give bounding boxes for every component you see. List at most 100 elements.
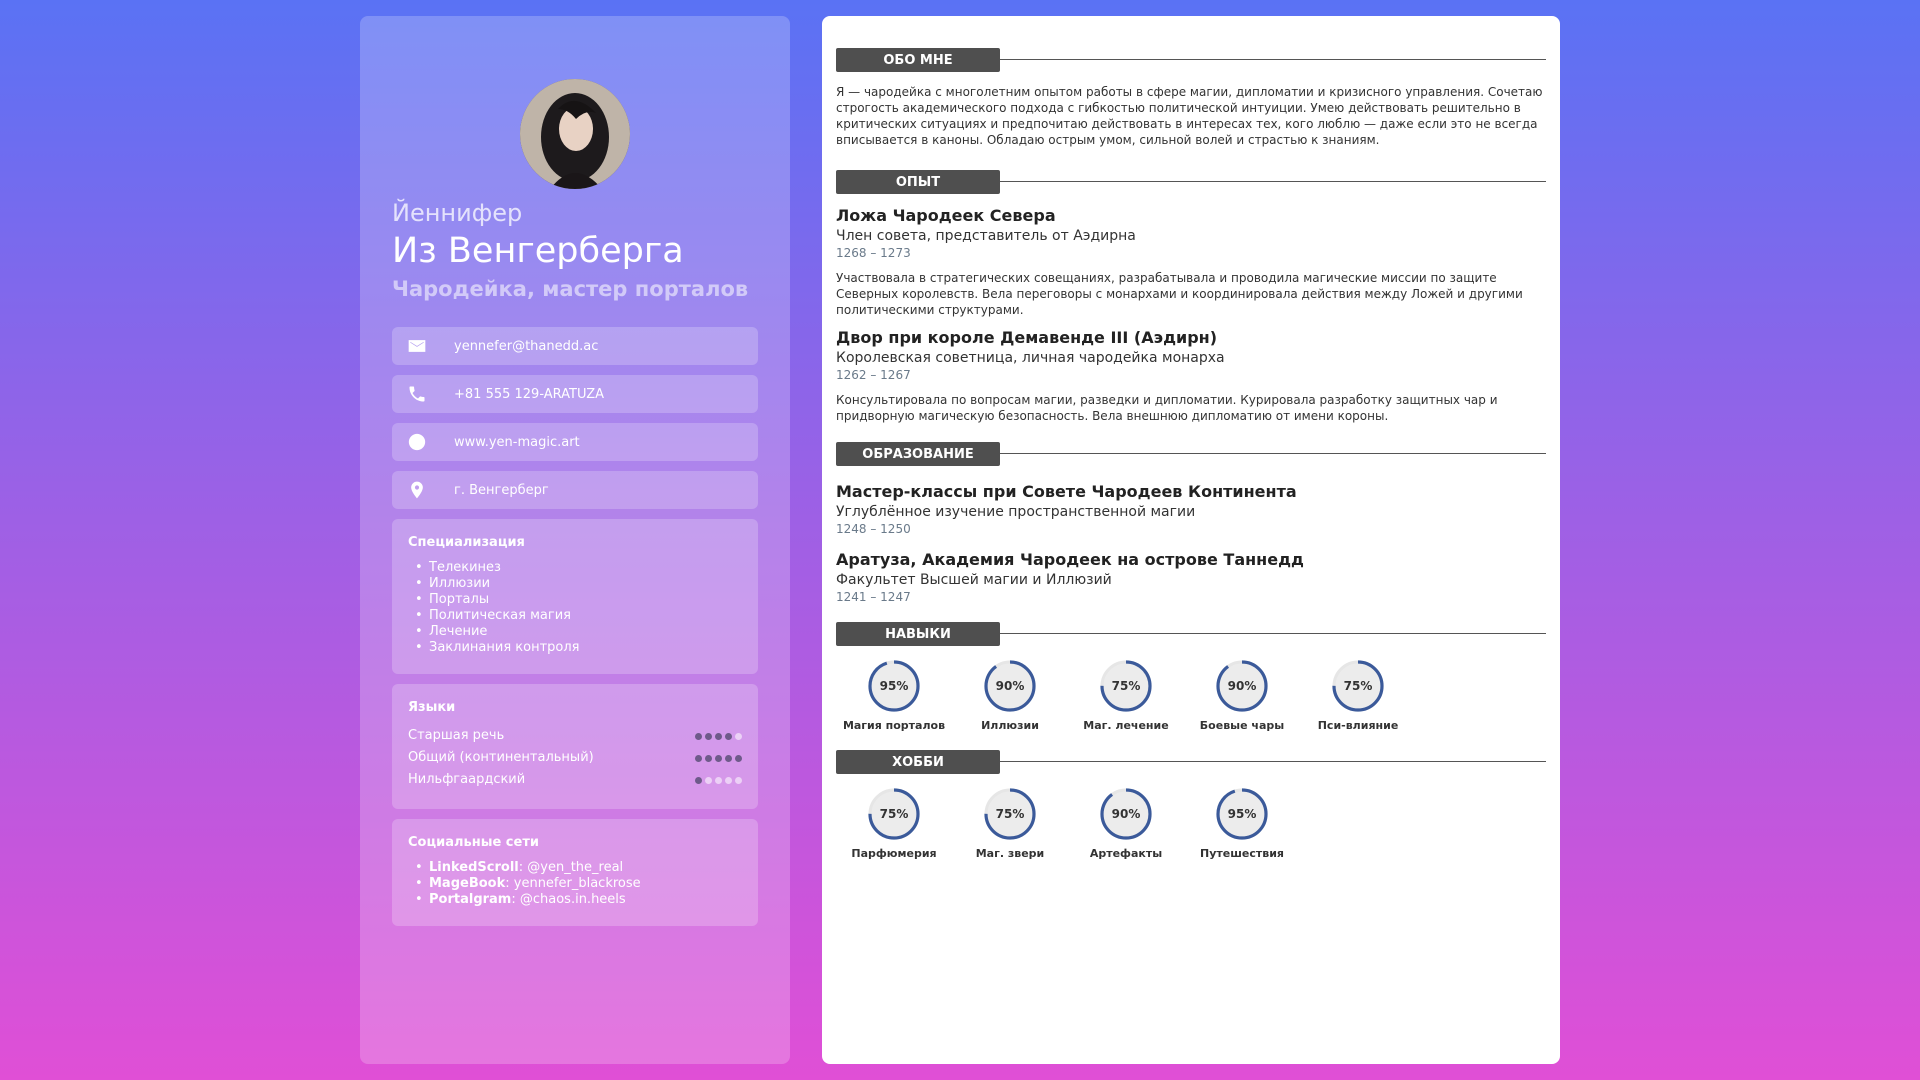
section-tag-experience: ОПЫТ	[836, 170, 1000, 194]
divider	[996, 761, 1546, 762]
language-name: Старшая речь	[408, 728, 505, 743]
list-item: Телекинез	[413, 560, 742, 576]
contact-location[interactable]: г. Венгерберг	[392, 471, 758, 509]
profile-sidebar: Йеннифер Из Венгерберга Чародейка, масте…	[360, 16, 790, 1064]
social-item[interactable]: MageBook: yennefer_blackrose	[413, 876, 742, 892]
job-dates: 1268 – 1273	[836, 246, 911, 260]
edu-program: Факультет Высшей магии и Иллюзий	[836, 572, 1112, 588]
job-position: Королевская советница, личная чародейка …	[836, 350, 1225, 366]
job-dates: 1262 – 1267	[836, 368, 911, 382]
contact-phone-text: +81 555 129-ARATUZA	[454, 386, 605, 402]
gauge-label: Иллюзии	[981, 719, 1039, 732]
gauge-label: Пси-влияние	[1317, 719, 1399, 732]
gauge-percent: 75%	[1343, 679, 1373, 693]
edu-dates: 1248 – 1250	[836, 522, 911, 536]
social-handle: : @yen_the_real	[518, 860, 624, 875]
language-row: Общий (континентальный)	[408, 747, 742, 769]
progress-ring: 95%	[1214, 786, 1270, 842]
portrait-icon	[520, 79, 630, 189]
gauge-label: Путешествия	[1200, 847, 1284, 860]
experience-section: ОПЫТ Ложа Чародеек Севера Член совета, п…	[836, 170, 1546, 424]
hobbies-gauges: 75% Парфюмерия 75% Маг. звери 90% Артефакты 95…	[836, 786, 1546, 860]
last-name: Из Венгерберга	[392, 231, 684, 271]
contact-location-text: г. Венгерберг	[454, 482, 549, 498]
level-dot	[725, 754, 732, 762]
section-header: ХОББИ	[836, 750, 1546, 776]
gauge-percent: 75%	[995, 807, 1025, 821]
social-network: Portalgram	[429, 892, 512, 907]
profile-role: Чародейка, мастер порталов	[392, 277, 749, 301]
list-item: Лечение	[413, 624, 742, 640]
hobby-gauge: 75% Маг. звери	[952, 786, 1068, 860]
hobby-gauge: 75% Парфюмерия	[836, 786, 952, 860]
progress-ring: 75%	[982, 786, 1038, 842]
skill-gauge: 75% Маг. лечение	[1068, 658, 1184, 732]
contact-website[interactable]: www.yen-magic.art	[392, 423, 758, 461]
skill-gauge: 90% Боевые чары	[1184, 658, 1300, 732]
specialization-list: Телекинез Иллюзии Порталы Политическая м…	[408, 560, 742, 656]
list-item: Политическая магия	[413, 608, 742, 624]
social-item[interactable]: Portalgram: @chaos.in.heels	[413, 892, 742, 908]
language-row: Нильфгаардский	[408, 769, 742, 791]
gauge-percent: 95%	[1227, 807, 1257, 821]
level-dot	[735, 776, 742, 784]
job-org: Ложа Чародеек Севера	[836, 206, 1056, 225]
contact-list: yennefer@thanedd.ac +81 555 129-ARATUZA …	[392, 327, 758, 509]
education-item: Аратуза, Академия Чародеек на острове Та…	[836, 550, 1546, 604]
contact-email-text: yennefer@thanedd.ac	[454, 338, 599, 354]
level-dot	[725, 776, 732, 784]
progress-ring: 90%	[1098, 786, 1154, 842]
language-row: Старшая речь	[408, 725, 742, 747]
level-dot	[725, 732, 732, 740]
job-description: Участвовала в стратегических совещаниях,…	[836, 271, 1523, 317]
languages-list: Старшая речь Общий (континентальный) Нильф…	[408, 725, 742, 791]
social-item[interactable]: LinkedScroll: @yen_the_real	[413, 860, 742, 876]
gauge-label: Боевые чары	[1199, 719, 1285, 732]
languages-title: Языки	[408, 700, 456, 715]
gauge-label: Маг. лечение	[1083, 719, 1169, 732]
education-item: Мастер-классы при Совете Чародеев Контин…	[836, 482, 1546, 536]
section-header: ОПЫТ	[836, 170, 1546, 196]
social-title: Социальные сети	[408, 835, 539, 850]
location-icon	[406, 479, 428, 501]
edu-org: Мастер-классы при Совете Чародеев Контин…	[836, 482, 1297, 501]
hobbies-section: ХОББИ 75% Парфюмерия 75% Маг. звери 90% Артеф…	[836, 750, 1546, 860]
level-dot	[735, 732, 742, 740]
gauge-percent: 75%	[1111, 679, 1141, 693]
gauge-label: Маг. звери	[975, 847, 1045, 860]
experience-item: Ложа Чародеек Севера Член совета, предст…	[836, 206, 1546, 318]
level-dot	[705, 754, 712, 762]
contact-website-text: www.yen-magic.art	[454, 434, 580, 450]
section-header: НАВЫКИ	[836, 622, 1546, 648]
progress-ring: 90%	[1214, 658, 1270, 714]
social-handle: : yennefer_blackrose	[505, 876, 641, 891]
mail-icon	[406, 335, 428, 357]
section-header: ОБО МНЕ	[836, 48, 1546, 74]
gauge-percent: 90%	[995, 679, 1025, 693]
globe-icon	[406, 431, 428, 453]
progress-ring: 75%	[866, 786, 922, 842]
skills-gauges: 95% Магия порталов 90% Иллюзии 75% Маг. лечен…	[836, 658, 1546, 732]
specialization-title: Специализация	[408, 535, 525, 550]
divider	[996, 181, 1546, 182]
gauge-percent: 95%	[879, 679, 909, 693]
gauge-label: Артефакты	[1089, 847, 1163, 860]
section-tag-hobbies: ХОББИ	[836, 750, 1000, 774]
gauge-percent: 75%	[879, 807, 909, 821]
gauge-label: Магия порталов	[842, 719, 946, 732]
contact-email[interactable]: yennefer@thanedd.ac	[392, 327, 758, 365]
resume-main: ОБО МНЕ Я — чародейка с многолетним опыт…	[822, 16, 1560, 1064]
level-dot	[705, 776, 712, 784]
hobby-gauge: 90% Артефакты	[1068, 786, 1184, 860]
edu-program: Углублённое изучение пространственной ма…	[836, 504, 1196, 520]
job-org: Двор при короле Демавенде III (Аэдирн)	[836, 328, 1218, 347]
social-panel: Социальные сети LinkedScroll: @yen_the_r…	[392, 819, 758, 926]
language-level	[695, 776, 742, 784]
hobby-gauge: 95% Путешествия	[1184, 786, 1300, 860]
language-name: Общий (континентальный)	[408, 750, 594, 765]
contact-phone[interactable]: +81 555 129-ARATUZA	[392, 375, 758, 413]
skill-gauge: 95% Магия порталов	[836, 658, 952, 732]
experience-item: Двор при короле Демавенде III (Аэдирн) К…	[836, 328, 1546, 424]
gauge-label: Парфюмерия	[851, 847, 937, 860]
social-network: LinkedScroll	[429, 860, 519, 875]
